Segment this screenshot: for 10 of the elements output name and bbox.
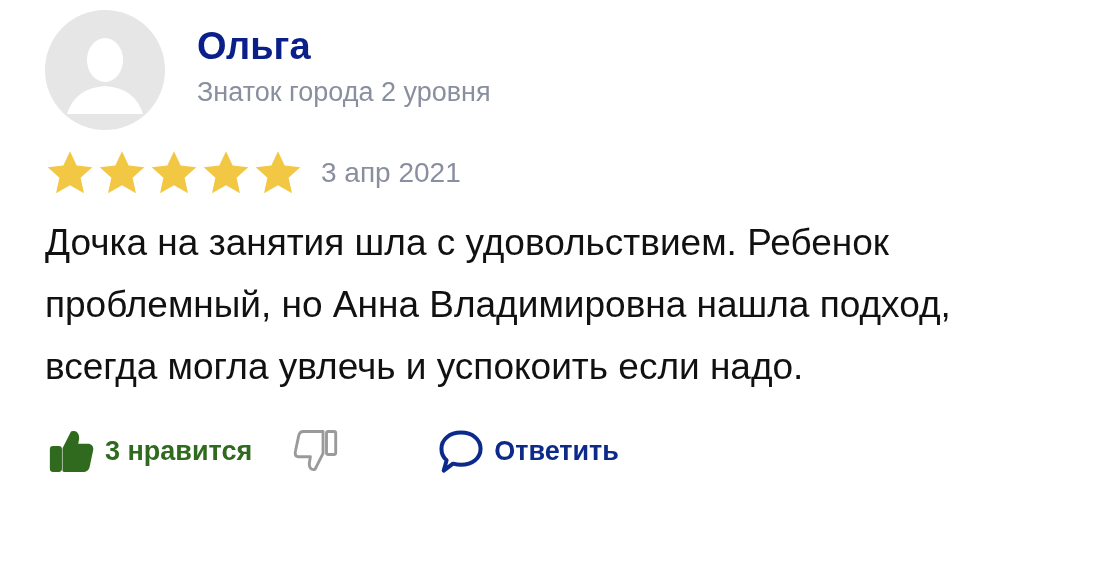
- like-button[interactable]: 3 нравится: [49, 428, 253, 474]
- author-name[interactable]: Ольга: [197, 26, 491, 65]
- speech-bubble-icon: [438, 428, 485, 474]
- thumbs-up-icon: [49, 428, 95, 474]
- author-level: Знаток города 2 уровня: [197, 78, 491, 106]
- review-date: 3 апр 2021: [321, 157, 461, 189]
- thumbs-down-icon: [292, 428, 339, 474]
- review-text: Дочка на занятия шла с удовольствием. Ребенок проблемный, но Анна Владимировна нашла подход, всегда могла увлечь и успокоить если надо.: [45, 221, 952, 389]
- dislike-button[interactable]: [292, 428, 339, 474]
- reply-button[interactable]: Ответить: [438, 428, 619, 474]
